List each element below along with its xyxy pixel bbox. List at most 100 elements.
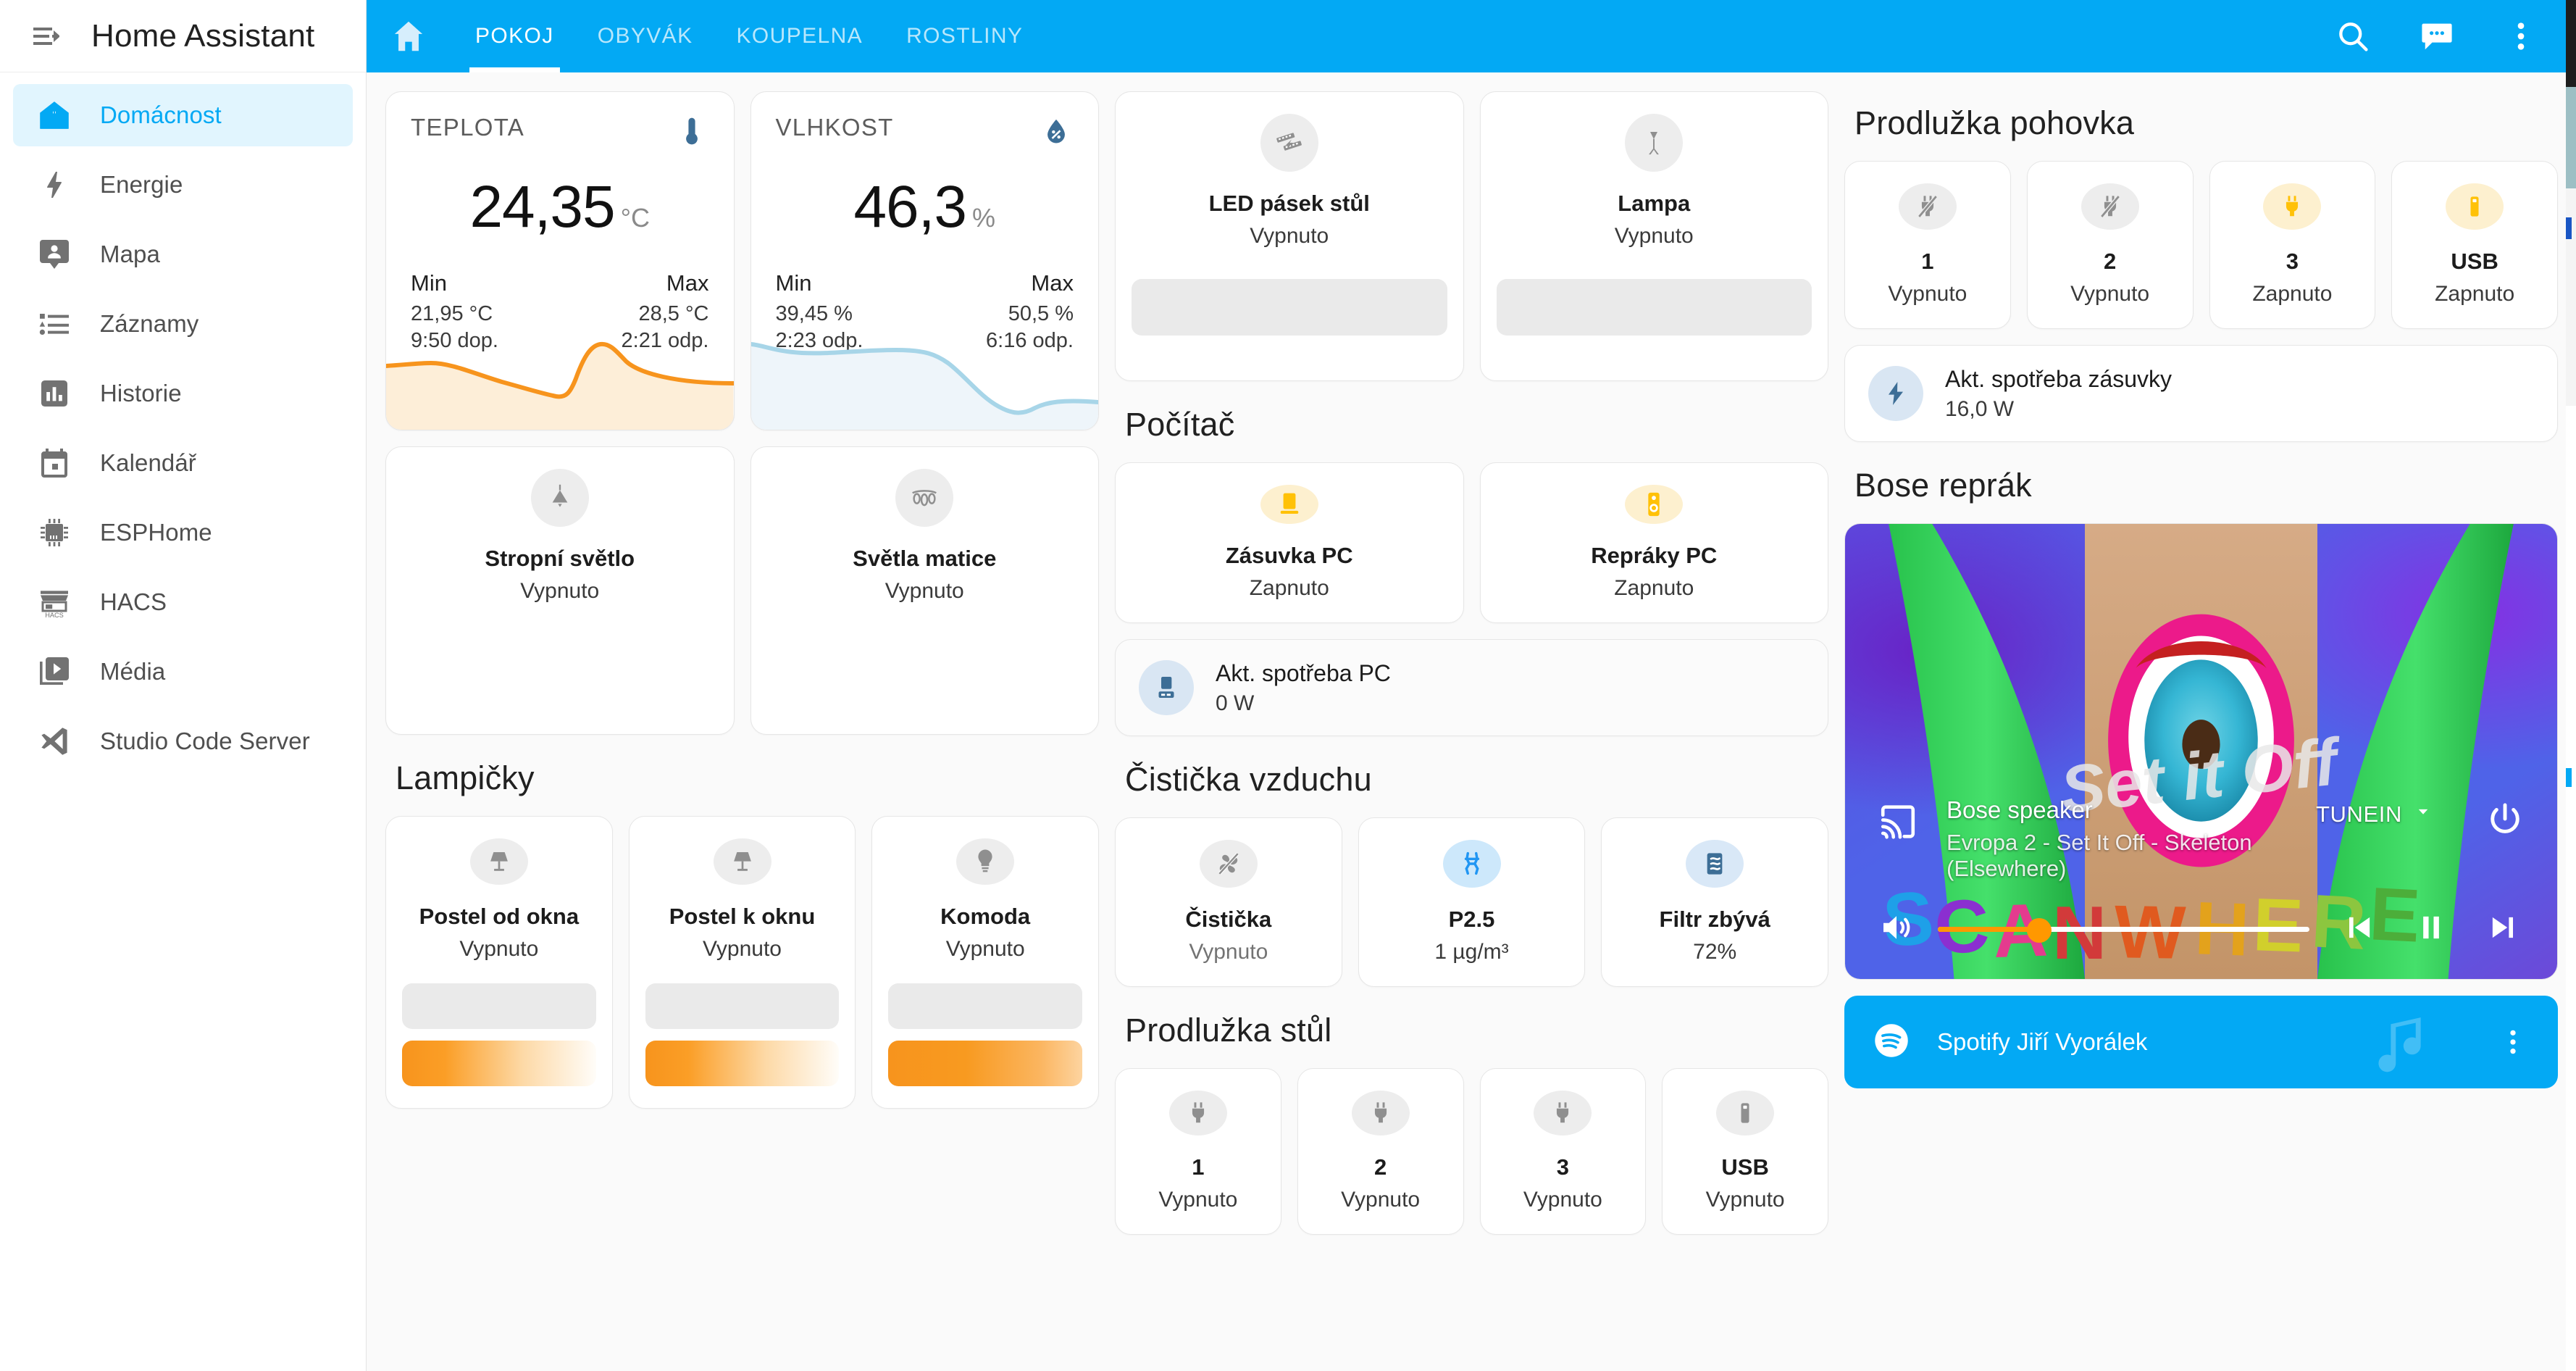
tile-pohovka-usb[interactable]: USB Zapnuto (2391, 161, 2558, 329)
sensor-header: VLHKOST (776, 114, 1074, 149)
sidebar-item-esphome[interactable]: ESPHome (13, 501, 353, 564)
sidebar-item-studio-code-server[interactable]: Studio Code Server (13, 710, 353, 772)
app-root: Home Assistant Domácnost Energie Mapa Zá… (0, 0, 2576, 1371)
brightness-slider[interactable] (888, 983, 1083, 1030)
search-icon[interactable] (2330, 13, 2376, 59)
bg-accent-1 (2566, 217, 2572, 239)
overflow-menu-icon[interactable] (2498, 13, 2544, 59)
brightness-slider[interactable] (402, 983, 596, 1030)
tile-filtr-zbyva[interactable]: Filtr zbývá 72% (1601, 817, 1829, 987)
tile-komoda[interactable]: Komoda Vypnuto (871, 816, 1100, 1109)
media-bottom-row (1877, 908, 2525, 950)
sidebar-item-historie[interactable]: Historie (13, 362, 353, 425)
tile-pohovka-2[interactable]: 2 Vypnuto (2026, 161, 2194, 329)
tile-postel-k-oknu[interactable]: Postel k oknu Vypnuto (628, 816, 856, 1109)
tile-svetla-matice[interactable]: Světla matice Vypnuto (750, 446, 1099, 735)
tile-name: 3 (1556, 1154, 1569, 1180)
calendar-icon (35, 443, 74, 483)
sensor-card-vlhkost[interactable]: VLHKOST 46,3% Min 39,45 % 2:23 odp. Max … (750, 91, 1099, 430)
tile-stul-1[interactable]: 1 Vypnuto (1115, 1068, 1281, 1235)
color-temp-slider[interactable] (402, 1041, 596, 1086)
pause-icon[interactable] (2412, 909, 2453, 949)
tile-lampa[interactable]: Lampa Vypnuto (1479, 91, 1828, 381)
sidebar-item-label: Mapa (100, 241, 160, 267)
tile-stul-3[interactable]: 3 Vypnuto (1479, 1068, 1647, 1235)
tab-obyvak[interactable]: OBYVÁK (576, 0, 715, 72)
row-akt-spotreba-zasuvky[interactable]: Akt. spotřeba zásuvky 16,0 W (1844, 345, 2558, 442)
chevron-down-icon (2412, 801, 2434, 828)
home-icon[interactable] (382, 10, 435, 62)
volume-knob[interactable] (2026, 918, 2052, 943)
assist-chat-icon[interactable] (2414, 13, 2460, 59)
power-icon[interactable] (2485, 799, 2525, 843)
min-label: Min (411, 270, 447, 296)
water-percent-icon (1039, 114, 1074, 149)
sensor-name: VLHKOST (775, 114, 894, 141)
media-player-card[interactable]: Set it Off S C A N W H E R E Bose speake… (1844, 523, 2558, 980)
sensor-header: TEPLOTA (411, 114, 709, 149)
sidebar-item-hacs[interactable]: HACS HACS (13, 571, 353, 633)
brightness-slider[interactable] (645, 983, 840, 1030)
max-label: Max (666, 270, 709, 296)
brightness-slider[interactable] (1132, 279, 1447, 336)
tile-name: Repráky PC (1591, 543, 1718, 568)
color-temp-slider[interactable] (645, 1041, 840, 1086)
tile-p25[interactable]: P2.5 1 µg/m³ (1358, 817, 1586, 987)
tile-stul-usb[interactable]: USB Vypnuto (1662, 1068, 1828, 1235)
sidebar-item-label: Média (100, 658, 166, 685)
overflow-menu-icon[interactable] (2494, 1023, 2532, 1061)
brightness-slider[interactable] (1496, 279, 1812, 336)
sensor-value-group: 24,35 °C (411, 173, 709, 241)
tile-repraky-pc[interactable]: Repráky PC Zapnuto (1479, 462, 1828, 623)
tile-state: Zapnuto (1614, 576, 1694, 600)
usb-icon (2446, 183, 2504, 230)
skip-previous-icon[interactable] (2340, 909, 2380, 949)
section-title-prodluzka-stul: Prodlužka stůl (1125, 1012, 1332, 1049)
menu-collapse-icon[interactable] (26, 16, 67, 57)
tile-zasuvka-pc[interactable]: Zásuvka PC Zapnuto (1115, 462, 1464, 623)
tab-koupelna[interactable]: KOUPELNA (715, 0, 885, 72)
sidebar-item-domacnost[interactable]: Domácnost (13, 84, 353, 146)
tile-name: Stropní světlo (485, 546, 635, 571)
sensor-value: 46,3 (853, 174, 967, 240)
sidebar-item-zaznamy[interactable]: Záznamy (13, 293, 353, 355)
tile-led-pasek-stul[interactable]: LED pásek stůl Vypnuto (1115, 91, 1464, 381)
tile-state: Vypnuto (1189, 940, 1268, 964)
power-plug-off-icon (2081, 183, 2139, 230)
power-plug-icon (1534, 1091, 1592, 1135)
row-akt-spotreba-pc[interactable]: Akt. spotřeba PC 0 W (1115, 639, 1828, 736)
sidebar-item-mapa[interactable]: Mapa (13, 223, 353, 286)
tile-pohovka-1[interactable]: 1 Vypnuto (1844, 161, 2011, 329)
max-label: Max (1031, 270, 1074, 296)
tile-pohovka-3[interactable]: 3 Zapnuto (2209, 161, 2376, 329)
monitor-icon (1260, 485, 1318, 524)
section-title-bose-reprak: Bose reprák (1854, 467, 2032, 504)
sidebar-item-media[interactable]: Média (13, 641, 353, 703)
tab-pokoj[interactable]: POKOJ (453, 0, 576, 72)
format-list-bulleted-icon (35, 304, 74, 343)
tile-stul-2[interactable]: 2 Vypnuto (1297, 1068, 1464, 1235)
lampicky-row: Postel od okna Vypnuto Postel k oknu Vyp… (385, 816, 1100, 1109)
tab-label: ROSTLINY (906, 24, 1024, 48)
sidebar-item-kalendar[interactable]: Kalendář (13, 432, 353, 494)
column-left: TEPLOTA 24,35 °C Min 21,95 °C 9:50 dop. … (385, 91, 1100, 1109)
tile-name: 1 (1921, 249, 1934, 274)
fan-off-icon (1199, 840, 1258, 888)
skip-next-icon[interactable] (2485, 909, 2525, 949)
tile-postel-od-okna[interactable]: Postel od okna Vypnuto (385, 816, 613, 1109)
tab-rostliny[interactable]: ROSTLINY (885, 0, 1045, 72)
bg-accent-2 (2566, 768, 2572, 787)
volume-slider[interactable] (1938, 908, 2309, 950)
home-assistant-icon (35, 96, 74, 135)
media-source-select[interactable]: TUNEIN (2316, 801, 2434, 828)
music-note-icon (2362, 1003, 2449, 1086)
spotify-source-card[interactable]: Spotify Jiří Vyorálek (1844, 996, 2558, 1088)
sidebar-item-energie[interactable]: Energie (13, 154, 353, 216)
color-temp-slider[interactable] (888, 1041, 1083, 1086)
tile-stropni-svetlo[interactable]: Stropní světlo Vypnuto (385, 446, 735, 735)
volume-high-icon[interactable] (1877, 908, 1919, 950)
media-controls-overlay: Bose speaker Evropa 2 - Set It Off - Ske… (1845, 779, 2557, 979)
sensor-card-teplota[interactable]: TEPLOTA 24,35 °C Min 21,95 °C 9:50 dop. … (385, 91, 735, 430)
tile-cisticka[interactable]: Čistička Vypnuto (1115, 817, 1342, 987)
cast-icon[interactable] (1877, 801, 1922, 846)
